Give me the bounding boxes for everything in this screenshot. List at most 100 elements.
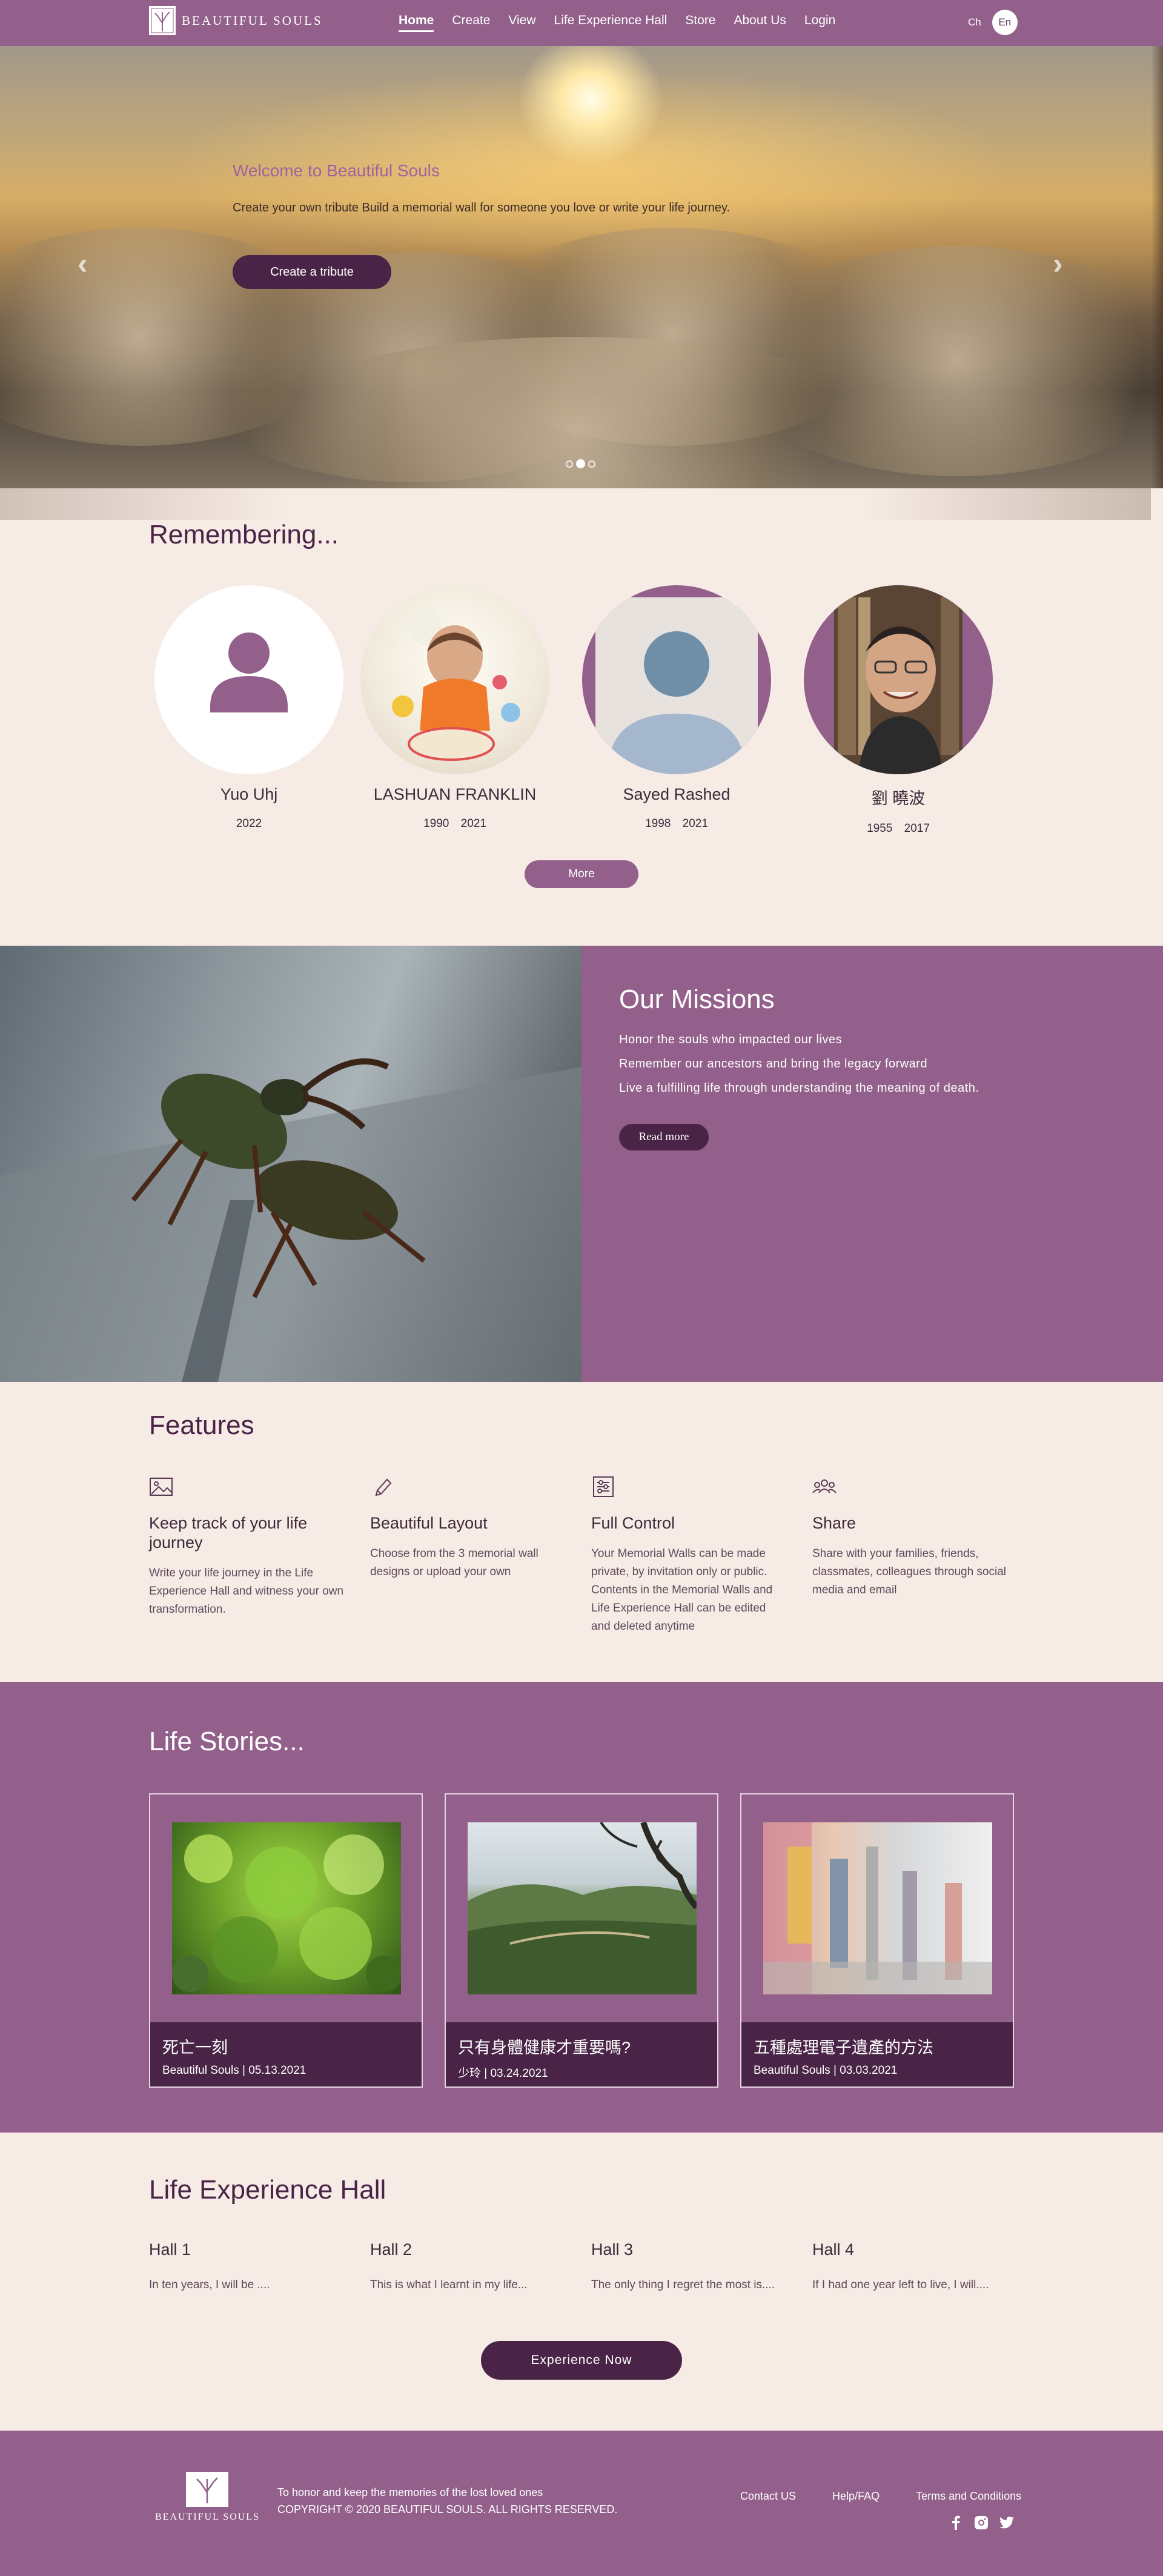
brand-logo[interactable]: BEAUTIFUL SOULS [149, 6, 323, 35]
sliders-icon [591, 1476, 615, 1498]
feature-item: Full Control Your Memorial Walls can be … [591, 1476, 812, 1636]
hall-prompt: This is what I learnt in my life... [370, 2279, 528, 2291]
hall-item[interactable]: Hall 3 The only thing I regret the most … [591, 2240, 812, 2294]
footer-copyright: COPYRIGHT © 2020 BEAUTIFUL SOULS. ALL RI… [277, 2503, 618, 2515]
feature-title: Beautiful Layout [370, 1514, 488, 1532]
feature-title: Full Control [591, 1514, 675, 1532]
nav-life-experience-hall[interactable]: Life Experience Hall [554, 13, 668, 32]
hall-item[interactable]: Hall 4 If I had one year left to live, I… [812, 2240, 1033, 2294]
mission-line: Honor the souls who impacted our lives [619, 1033, 843, 1046]
feature-title: Keep track of your life journey [149, 1514, 308, 1552]
hall-name: Hall 2 [370, 2240, 413, 2259]
hall-prompt: If I had one year left to live, I will..… [812, 2279, 989, 2291]
memorial-card[interactable]: 劉 曉波 1955 2017 [787, 585, 1009, 835]
nav-create[interactable]: Create [452, 13, 490, 32]
footer-contact-link[interactable]: Contact US [740, 2490, 796, 2503]
story-image [468, 1822, 697, 1994]
feature-title: Share [812, 1514, 857, 1532]
footer-tagline: To honor and keep the memories of the lo… [277, 2486, 543, 2498]
experience-hall-title: Life Experience Hall [149, 2175, 386, 2205]
story-card[interactable]: 只有身體健康才重要嗎? 少玲 | 03.24.2021 [445, 1793, 718, 2088]
story-meta: Beautiful Souls | 05.13.2021 [162, 2064, 306, 2077]
avatar [804, 585, 993, 774]
feature-desc: Choose from the 3 memorial wall designs … [370, 1547, 538, 1578]
experience-now-button[interactable]: Experience Now [481, 2341, 682, 2380]
story-meta: 少玲 | 03.24.2021 [458, 2067, 548, 2080]
stories-title: Life Stories... [149, 1727, 305, 1756]
story-caption: 只有身體健康才重要嗎? 少玲 | 03.24.2021 [446, 2022, 717, 2086]
memorial-name: Sayed Rashed [623, 785, 731, 803]
features-list: Keep track of your life journey Write yo… [149, 1476, 1033, 1636]
memorial-list: Yuo Uhj 2022 LASHUAN FRANKLIN 1990 2021 [154, 585, 1009, 835]
twitter-icon[interactable] [999, 2515, 1014, 2530]
lang-en[interactable]: En [992, 10, 1018, 35]
language-switcher: Ch En [968, 10, 1018, 35]
avatar [360, 585, 549, 774]
more-button[interactable]: More [525, 860, 638, 888]
hall-prompt: The only thing I regret the most is.... [591, 2279, 775, 2291]
memorial-card[interactable]: Yuo Uhj 2022 [154, 585, 344, 835]
carousel-prev-icon[interactable]: ‹ [78, 246, 88, 281]
tree-logo-icon [149, 6, 176, 35]
carousel-dot-2[interactable] [576, 459, 585, 468]
story-card[interactable]: 死亡一刻 Beautiful Souls | 05.13.2021 [149, 1793, 423, 2088]
hero-carousel: Welcome to Beautiful Souls Create your o… [0, 46, 1163, 488]
memorial-years: 1955 2017 [867, 822, 930, 835]
hall-item[interactable]: Hall 1 In ten years, I will be .... [149, 2240, 370, 2294]
missions-section: Our Missions Honor the souls who impacte… [0, 946, 1163, 1382]
nav-view[interactable]: View [508, 13, 535, 32]
hero-title: Welcome to Beautiful Souls [233, 161, 440, 180]
hall-name: Hall 1 [149, 2240, 191, 2259]
missions-title: Our Missions [619, 984, 775, 1014]
read-more-button[interactable]: Read more [619, 1124, 709, 1150]
image-icon [149, 1476, 173, 1498]
remembering-title: Remembering... [149, 520, 339, 549]
pen-icon [370, 1476, 394, 1498]
brand-name: BEAUTIFUL SOULS [182, 13, 323, 28]
footer: BEAUTIFUL SOULS To honor and keep the me… [0, 2431, 1163, 2576]
social-links [949, 2515, 1014, 2530]
feature-item: Beautiful Layout Choose from the 3 memor… [370, 1476, 591, 1636]
people-icon [812, 1476, 837, 1498]
memorial-years: 1990 2021 [423, 817, 486, 830]
story-meta: Beautiful Souls | 03.03.2021 [754, 2064, 898, 2077]
story-title: 只有身體健康才重要嗎? [458, 2039, 631, 2057]
hall-item[interactable]: Hall 2 This is what I learnt in my life.… [370, 2240, 591, 2294]
instagram-icon[interactable] [974, 2515, 989, 2530]
footer-brand-name: BEAUTIFUL SOULS [155, 2512, 260, 2522]
memorial-card[interactable]: Sayed Rashed 1998 2021 [566, 585, 787, 835]
lang-ch[interactable]: Ch [968, 16, 981, 28]
footer-terms-link[interactable]: Terms and Conditions [916, 2490, 1021, 2503]
nav-login[interactable]: Login [804, 13, 835, 32]
tree-logo-icon [186, 2472, 229, 2507]
hall-name: Hall 4 [812, 2240, 855, 2259]
memorial-name: LASHUAN FRANKLIN [373, 785, 537, 803]
story-caption: 死亡一刻 Beautiful Souls | 05.13.2021 [150, 2022, 422, 2086]
nav-home[interactable]: Home [399, 13, 434, 32]
hall-list: Hall 1 In ten years, I will be .... Hall… [149, 2240, 1033, 2294]
story-caption: 五種處理電子遺產的方法 Beautiful Souls | 03.03.2021 [741, 2022, 1013, 2086]
memorial-name: 劉 曉波 [871, 789, 926, 808]
nav-store[interactable]: Store [685, 13, 715, 32]
story-image [172, 1822, 401, 1994]
hall-name: Hall 3 [591, 2240, 634, 2259]
memorial-card[interactable]: LASHUAN FRANKLIN 1990 2021 [344, 585, 566, 835]
footer-logo[interactable]: BEAUTIFUL SOULS [155, 2472, 260, 2523]
create-tribute-button[interactable]: Create a tribute [233, 255, 391, 289]
feature-item: Share Share with your families, friends,… [812, 1476, 1033, 1636]
feature-item: Keep track of your life journey Write yo… [149, 1476, 370, 1636]
nav-about-us[interactable]: About Us [734, 13, 786, 32]
carousel-dots [566, 459, 595, 468]
footer-links: Contact US Help/FAQ Terms and Conditions [740, 2490, 1021, 2503]
facebook-icon[interactable] [949, 2515, 963, 2530]
carousel-dot-1[interactable] [566, 460, 573, 468]
feature-desc: Share with your families, friends, class… [812, 1547, 1007, 1596]
life-stories-section: Life Stories... 死亡一刻 Beautiful Souls | 0… [0, 1682, 1163, 2133]
nav-links: Home Create View Life Experience Hall St… [399, 13, 853, 32]
carousel-dot-3[interactable] [588, 460, 595, 468]
carousel-next-icon[interactable]: › [1053, 246, 1063, 281]
story-image [763, 1822, 992, 1994]
footer-help-link[interactable]: Help/FAQ [832, 2490, 880, 2503]
story-card[interactable]: 五種處理電子遺產的方法 Beautiful Souls | 03.03.2021 [740, 1793, 1014, 2088]
memorial-years: 2022 [236, 817, 262, 830]
